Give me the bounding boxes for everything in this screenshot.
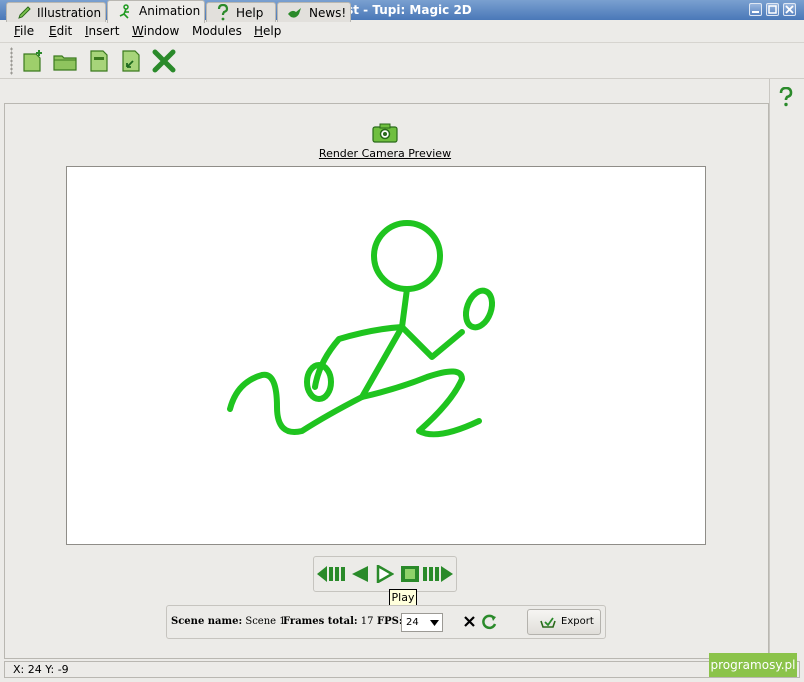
camera-icon[interactable] [371, 122, 399, 144]
menu-modules[interactable]: Modules [192, 24, 242, 38]
scene-info-bar: Scene name: Scene 1 Frames total: 17 FPS… [166, 605, 606, 639]
stop-icon[interactable] [400, 565, 420, 583]
menu-edit[interactable]: Edit [49, 24, 72, 38]
save-as-icon[interactable] [118, 48, 144, 74]
maximize-button[interactable] [766, 3, 779, 16]
menu-insert[interactable]: Insert [85, 24, 119, 38]
preview-canvas[interactable] [66, 166, 706, 545]
running-figure-icon [119, 4, 129, 19]
play-back-icon[interactable] [350, 565, 370, 583]
menu-help[interactable]: Help [254, 24, 281, 38]
bird-icon [288, 8, 301, 18]
question-mark-icon [217, 4, 229, 21]
tab-help-label: Help [236, 6, 264, 20]
minimize-button[interactable] [749, 3, 762, 16]
tab-animation-label: Animation [139, 4, 201, 18]
rewind-icon[interactable] [316, 565, 348, 583]
save-project-icon[interactable] [86, 48, 112, 74]
menu-file[interactable]: File [14, 24, 34, 38]
status-bar: X: 24 Y: -9 [4, 661, 800, 678]
menu-window[interactable]: Window [132, 24, 179, 38]
help-icon[interactable] [778, 87, 794, 107]
close-button[interactable] [783, 3, 796, 16]
chevron-down-icon [430, 620, 439, 626]
fps-select[interactable]: 24 [401, 613, 443, 632]
loop-icon[interactable] [481, 613, 498, 630]
tab-animation[interactable]: Animation [107, 0, 205, 23]
scene-name-info: Scene name: Scene 1 [171, 616, 286, 627]
menu-bar: File Edit Insert Window Modules Help [0, 20, 804, 43]
fps-value: 24 [406, 617, 419, 628]
close-icon [785, 5, 794, 14]
pencil-icon [18, 6, 31, 19]
stick-figure-drawing [227, 220, 496, 438]
right-dock [769, 79, 804, 659]
main-toolbar [0, 43, 804, 79]
fast-forward-icon[interactable] [422, 565, 454, 583]
watermark-badge: programosy.pl [709, 653, 797, 677]
play-icon[interactable] [376, 565, 394, 583]
close-x-icon[interactable] [464, 616, 475, 627]
new-project-icon[interactable] [20, 48, 46, 74]
export-icon [540, 617, 556, 628]
maximize-icon [768, 5, 777, 14]
cursor-coordinates: X: 24 Y: -9 [13, 663, 69, 676]
frames-total-info: Frames total: 17 [283, 616, 374, 627]
play-tooltip: Play [389, 589, 417, 606]
open-folder-icon[interactable] [52, 48, 78, 74]
tab-help[interactable]: Help [206, 2, 276, 22]
export-button[interactable]: Export [527, 609, 601, 635]
close-project-icon[interactable] [151, 48, 177, 74]
tab-illustration-label: Illustration [37, 6, 102, 20]
tab-news-label: News! [309, 6, 347, 20]
tab-news[interactable]: News! [277, 2, 351, 22]
fps-label: FPS: [377, 616, 403, 627]
playback-controls [313, 556, 457, 592]
render-camera-preview-link[interactable]: Render Camera Preview [0, 147, 770, 160]
tab-illustration[interactable]: Illustration [6, 2, 106, 22]
toolbar-grip[interactable] [10, 47, 13, 75]
export-label: Export [561, 616, 594, 627]
minimize-icon [752, 11, 759, 13]
